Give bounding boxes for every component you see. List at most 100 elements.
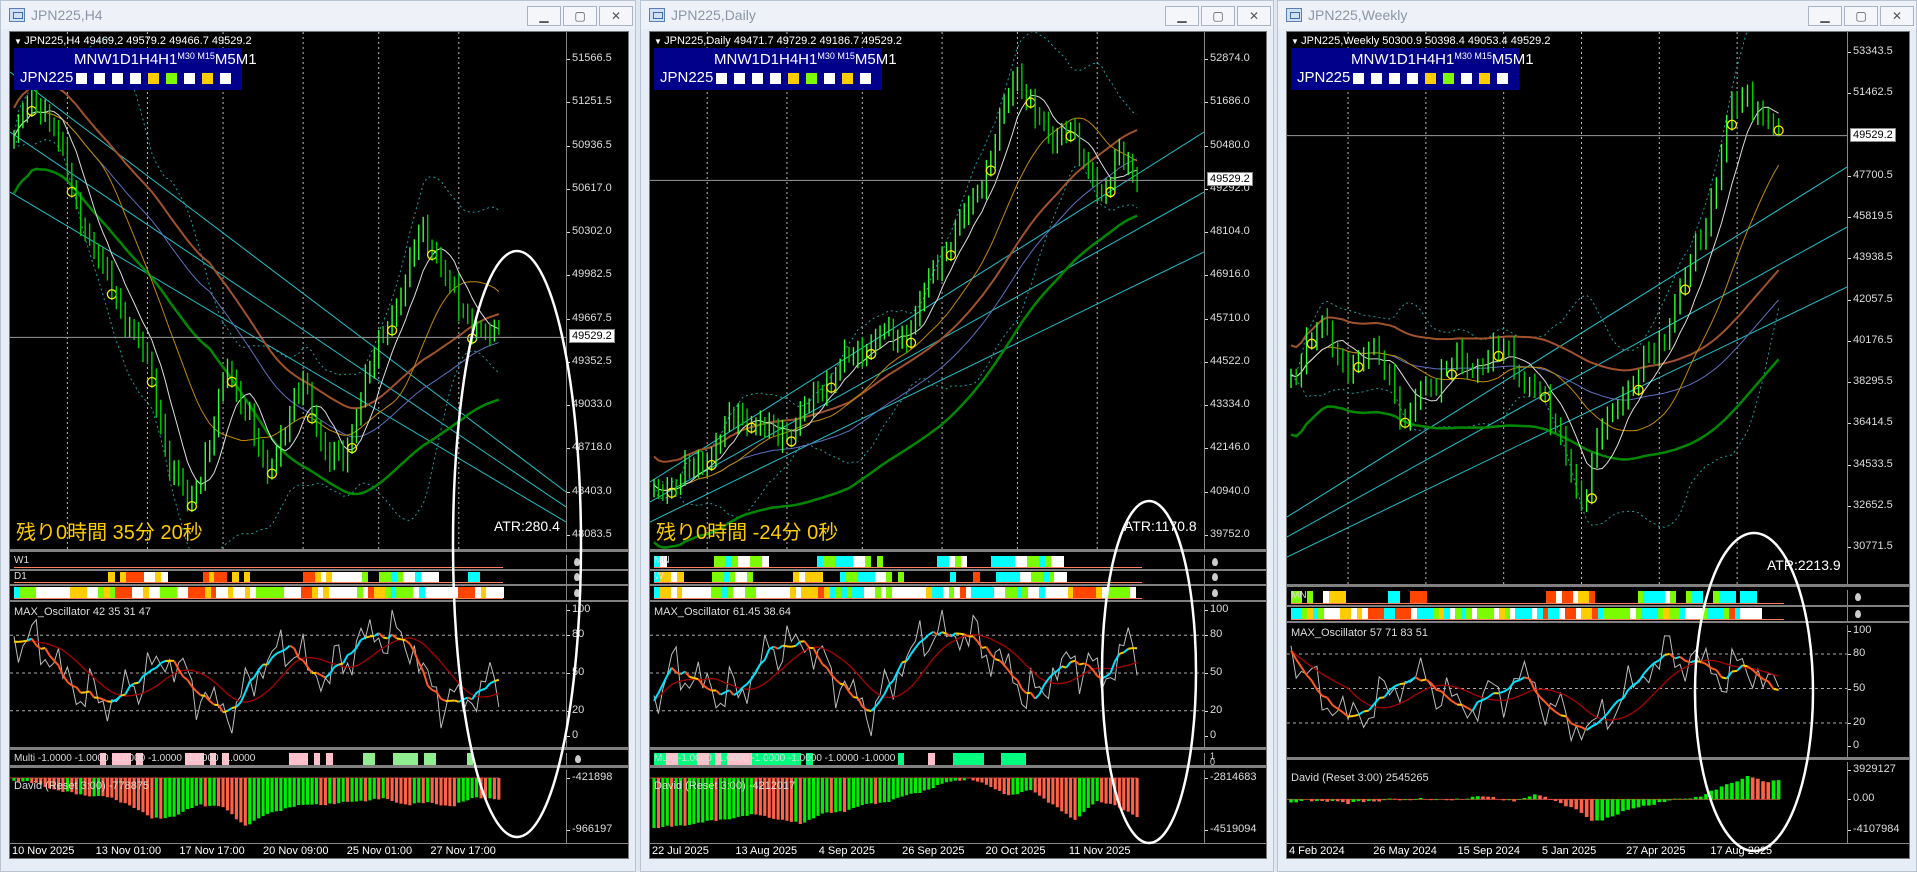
title-bar[interactable]: JPN225,Weekly ▁ ▢ ✕ — [1278, 1, 1916, 29]
multi-panel[interactable]: Multi -1.0000 -1.0000 -1.0000 -1.0000 -1… — [650, 751, 1266, 768]
histogram-bar — [457, 778, 461, 803]
price-panel[interactable]: JPN225,Weekly 50300.9 50398.4 49053.4 49… — [1287, 32, 1909, 587]
oscillator-panel[interactable]: MAX_Oscillator 61.45 38.64 100 80 50 20 0 — [650, 603, 1266, 750]
restore-button[interactable]: ▢ — [1201, 6, 1235, 26]
trend-strip[interactable]: MN — [1287, 590, 1909, 607]
ma-10-line — [13, 110, 500, 485]
histogram-bar — [1361, 799, 1366, 803]
histogram-bar — [221, 778, 225, 808]
chart-window-3[interactable]: JPN225,Weekly ▁▢✕ JPN225,Weekly 50300.9 50… — [1277, 0, 1917, 872]
price-axis-label: 30771.5 — [1848, 540, 1893, 552]
oscillator-main-segment — [347, 651, 353, 656]
oscillator-main-segment — [1773, 687, 1779, 691]
price-axis[interactable]: 53343.5 51462.5 47700.5 45819.5 43938.5 42057… — [1847, 32, 1909, 584]
price-axis-label: 51462.5 — [1848, 86, 1893, 99]
oscillator-panel[interactable]: MAX_Oscillator 42 35 31 47 100 80 50 20 0 — [10, 603, 628, 750]
histogram-bar — [1341, 799, 1345, 803]
close-button[interactable]: ✕ — [599, 6, 633, 26]
histogram-bar — [243, 778, 247, 826]
timeframe-status-square — [842, 73, 853, 84]
david-histogram-panel[interactable]: David (Reset 3:00) -778875 -421898 -966197 — [10, 770, 628, 844]
oscillator-main-segment — [808, 646, 814, 650]
trend-strip[interactable]: D1 — [10, 570, 628, 587]
drop-icon — [1212, 557, 1218, 566]
oscillator-main-segment — [1695, 659, 1702, 663]
ma-20-line — [13, 111, 500, 441]
trend-line — [650, 191, 1204, 503]
histogram-bar — [1740, 778, 1745, 800]
david-histogram-panel[interactable]: David (Reset 3:00) 2545265 3929127 0.00 -41… — [1287, 762, 1909, 844]
trend-strip[interactable] — [10, 586, 628, 602]
price-axis[interactable]: 51566.5 51251.5 50936.5 50617.0 50302.0 49982… — [566, 32, 628, 549]
chart-window-1[interactable]: JPN225,H4 ▁▢✕ JPN225,H4 49469.2 49579.2 49… — [0, 0, 636, 872]
histogram-bar — [1082, 778, 1086, 812]
restore-button[interactable]: ▢ — [563, 6, 597, 26]
oscillator-main-segment — [53, 659, 60, 667]
time-axis[interactable]: 4 Feb 2024 26 May 2024 15 Sep 2024 5 Jan 20… — [1287, 844, 1909, 858]
oscillator-main-segment — [431, 689, 437, 693]
price-axis-label: 48104.0 — [1205, 225, 1250, 238]
time-axis[interactable]: 22 Jul 2025 13 Aug 2025 4 Sep 2025 26 Sep 2… — [650, 844, 1266, 858]
price-panel[interactable]: JPN225,Daily 49471.7 49729.2 49186.7 495… — [650, 32, 1266, 552]
drop-icon — [574, 589, 580, 598]
time-axis-label: 5 Jan 2025 — [1541, 845, 1597, 857]
title-bar[interactable]: JPN225,Daily ▁ ▢ ✕ — [641, 1, 1273, 29]
histogram-bar — [1377, 799, 1382, 802]
david-histogram-panel[interactable]: David (Reset 3:00) -4212017 -2814683 -4519… — [650, 770, 1266, 844]
timeframe-small: M30 M15 — [177, 51, 215, 61]
timeframe-status-square — [112, 73, 123, 84]
oscillator-main-segment — [914, 641, 921, 649]
oscillator-main-segment — [1555, 711, 1562, 717]
oscillator-main-segment — [257, 663, 264, 671]
oscillator-main-segment — [280, 648, 286, 653]
chart-area[interactable]: JPN225,H4 49469.2 49579.2 49466.7 49529.… — [9, 31, 629, 859]
oscillator-main-segment — [231, 706, 237, 709]
histogram-bar — [1776, 780, 1781, 800]
chart-area[interactable]: JPN225,Weekly 50300.9 50398.4 49053.4 49… — [1286, 31, 1910, 859]
price-axis-label: 48718.0 — [567, 441, 612, 454]
trend-strip[interactable]: W1 — [10, 555, 628, 571]
histogram-bar — [860, 778, 864, 806]
oscillator-main-segment — [1353, 713, 1359, 718]
histogram-bar — [1465, 798, 1470, 800]
restore-button[interactable]: ▢ — [1844, 6, 1878, 26]
close-button[interactable]: ✕ — [1237, 6, 1271, 26]
histogram-bar — [475, 778, 479, 798]
price-axis-label: 50936.5 — [567, 138, 612, 151]
minimize-button[interactable]: ▁ — [527, 6, 561, 26]
title-bar[interactable]: JPN225,H4 ▁ ▢ ✕ — [1, 1, 635, 29]
time-axis-label: 11 Nov 2025 — [1068, 845, 1131, 857]
close-button[interactable]: ✕ — [1880, 6, 1914, 26]
histogram-bar — [1434, 799, 1439, 801]
oscillator-panel[interactable]: MAX_Oscillator 57 71 83 51 100 80 50 20 0 — [1287, 624, 1909, 760]
oscillator-main-segment — [1101, 675, 1107, 680]
trend-line — [650, 251, 1204, 523]
drop-icon — [1212, 589, 1218, 598]
oscillator-main-segment — [1109, 660, 1116, 674]
time-axis[interactable]: 10 Nov 2025 13 Nov 01:00 17 Nov 17:00 20 No… — [10, 844, 628, 858]
minimize-button[interactable]: ▁ — [1808, 6, 1842, 26]
trend-strip[interactable]: W — [650, 570, 1266, 587]
trend-strip[interactable] — [650, 586, 1266, 602]
strip-baseline — [654, 566, 1142, 568]
oscillator-main-segment — [1012, 675, 1019, 681]
histogram-bar — [1569, 799, 1573, 808]
chart-window-2[interactable]: JPN225,Daily ▁▢✕ JPN225,Daily 49471.7 4972… — [640, 0, 1274, 872]
chart-area[interactable]: JPN225,Daily 49471.7 49729.2 49186.7 495… — [649, 31, 1267, 859]
trend-strip[interactable] — [1287, 606, 1909, 623]
oscillator-main-segment — [102, 698, 108, 703]
multi-panel[interactable]: Multi -1.0000 -1.0000 -1.0000 -1.0000 -1… — [10, 753, 628, 768]
histogram-bar — [1055, 778, 1059, 808]
trend-strip[interactable]: MN — [650, 555, 1266, 571]
multi-cell — [313, 753, 321, 765]
minimize-button[interactable]: ▁ — [1165, 6, 1199, 26]
timeframe-status-square — [1407, 73, 1418, 84]
histogram-bar — [936, 778, 940, 786]
symbol-label: JPN225 — [1297, 69, 1351, 86]
oscillator-main-segment — [1404, 679, 1411, 685]
histogram-bar — [426, 778, 430, 803]
histogram-bar — [958, 778, 962, 781]
histogram-bar — [430, 778, 434, 803]
price-axis[interactable]: 52874.0 51686.0 50480.0 49292.0 48104.0 46916… — [1204, 32, 1266, 549]
price-panel[interactable]: JPN225,H4 49469.2 49579.2 49466.7 49529.… — [10, 32, 628, 552]
